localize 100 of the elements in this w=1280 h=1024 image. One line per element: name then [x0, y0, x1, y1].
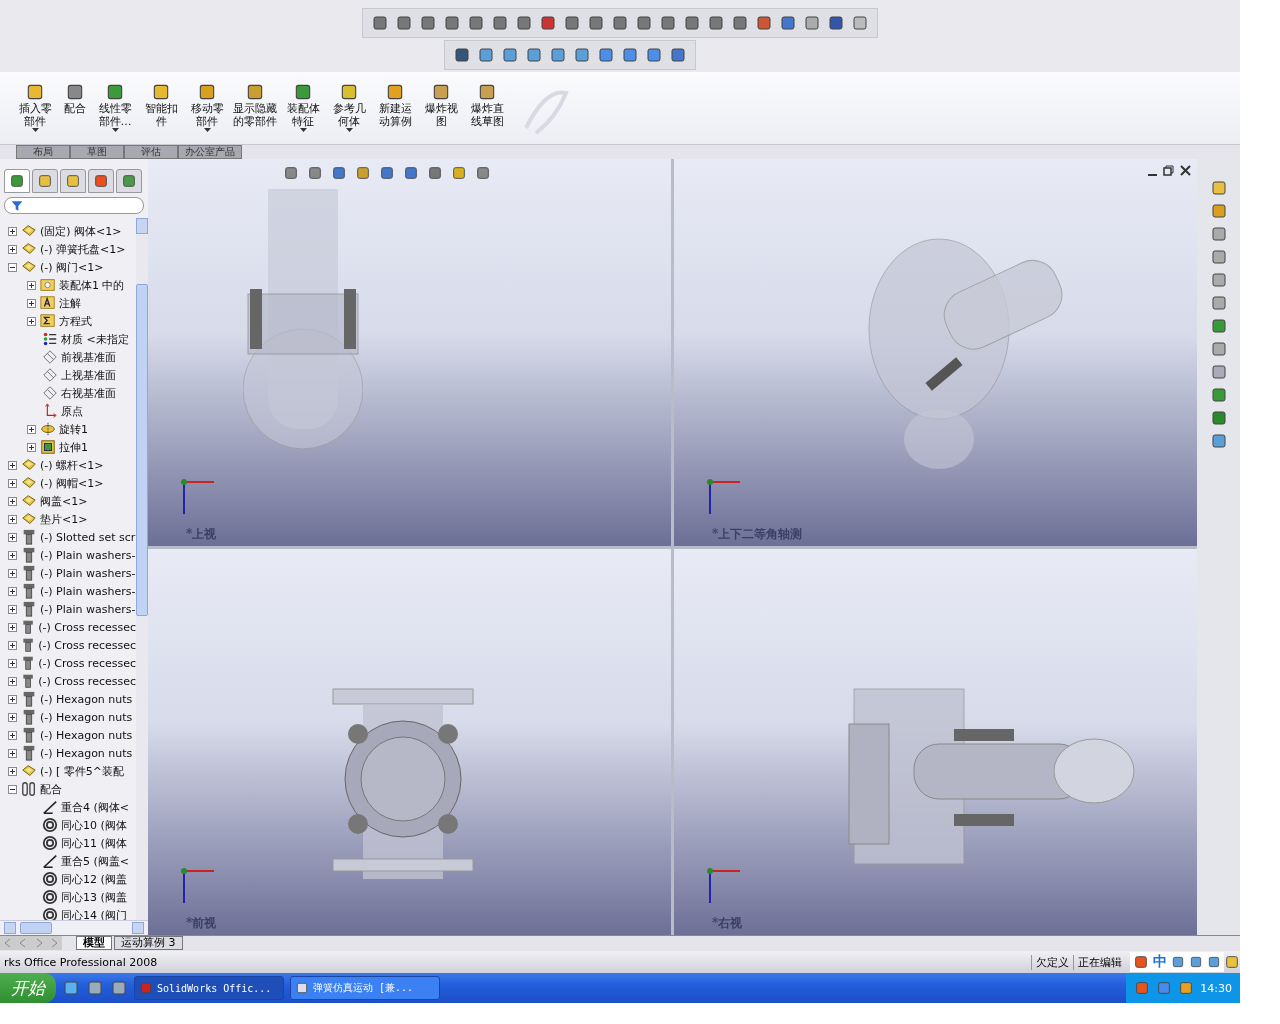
ribbon-button[interactable]: 爆炸视图: [418, 72, 464, 128]
ribbon-button[interactable]: 配合: [58, 72, 92, 115]
toolbar-icon: [443, 14, 461, 32]
tree-item[interactable]: (-) Hexagon nuts: [40, 710, 133, 724]
expand-icon[interactable]: [8, 640, 17, 650]
expand-icon[interactable]: [8, 550, 17, 560]
expand-icon[interactable]: [8, 586, 17, 596]
expand-icon[interactable]: [8, 766, 17, 776]
expand-icon[interactable]: [8, 748, 17, 758]
expand-icon[interactable]: [27, 298, 36, 308]
expand-icon[interactable]: [8, 226, 17, 236]
ribbon-button[interactable]: 智能扣件: [138, 72, 184, 128]
tree-item[interactable]: 拉伸1: [59, 439, 88, 455]
toolbar-icon: [851, 14, 869, 32]
expand-icon[interactable]: [27, 424, 36, 434]
command-tab[interactable]: 办公室产品: [178, 145, 242, 159]
tree-item[interactable]: (-) 阀帽<1>: [40, 475, 104, 491]
tree-item[interactable]: 同心14 (阀门: [61, 907, 127, 920]
expand-icon[interactable]: [8, 676, 17, 686]
ime-toolbar[interactable]: 中: [1130, 952, 1224, 972]
tree-item[interactable]: (-) Hexagon nuts: [40, 746, 133, 760]
tree-item[interactable]: (-) Plain washers-: [40, 584, 136, 598]
bottom-tab[interactable]: 运动算例 3: [114, 936, 183, 950]
pane-tab[interactable]: [116, 169, 142, 193]
tree-item[interactable]: (-) Plain washers-: [40, 602, 136, 616]
tree-item[interactable]: 原点: [61, 403, 83, 419]
pane-tab[interactable]: [88, 169, 114, 193]
expand-icon[interactable]: [8, 730, 17, 740]
tree-item[interactable]: (-) Cross recessec: [38, 620, 136, 634]
expand-icon[interactable]: [8, 568, 17, 578]
ribbon-button[interactable]: 移动零部件: [184, 72, 230, 133]
tree-item[interactable]: 阀盖<1>: [40, 493, 88, 509]
collapse-icon[interactable]: [8, 262, 17, 272]
close-icon[interactable]: [1180, 165, 1191, 176]
tree-item[interactable]: (-) 螺杆<1>: [40, 457, 104, 473]
toolbar-icon: [803, 14, 821, 32]
expand-icon[interactable]: [27, 316, 36, 326]
tree-item[interactable]: 旋转1: [59, 421, 88, 437]
pane-tab[interactable]: [60, 169, 86, 193]
expand-icon[interactable]: [8, 514, 17, 524]
expand-icon[interactable]: [8, 658, 17, 668]
expand-icon[interactable]: [8, 622, 17, 632]
expand-icon[interactable]: [8, 604, 17, 614]
tree-item[interactable]: 同心12 (阀盖: [61, 871, 127, 887]
ribbon-button[interactable]: 装配体特征: [280, 72, 326, 133]
filter-field[interactable]: [4, 197, 144, 214]
ribbon-button[interactable]: 新建运动算例: [372, 72, 418, 128]
tree-item[interactable]: (-) [ 零件5^装配: [40, 763, 125, 779]
expand-icon[interactable]: [8, 478, 17, 488]
tree-item[interactable]: 重合4 (阀体<: [61, 799, 129, 815]
tree-item[interactable]: 同心13 (阀盖: [61, 889, 127, 905]
expand-icon[interactable]: [8, 460, 17, 470]
expand-icon[interactable]: [8, 532, 17, 542]
tree-item[interactable]: 上视基准面: [61, 367, 116, 383]
tree-item[interactable]: 同心10 (阀体: [61, 817, 127, 833]
tree-item[interactable]: (-) Slotted set scr: [40, 530, 136, 544]
command-tab[interactable]: 草图: [70, 145, 124, 159]
ribbon-button[interactable]: 显示隐藏的零部件: [230, 72, 280, 128]
tree-item[interactable]: (-) 弹簧托盘<1>: [40, 241, 126, 257]
pane-tab[interactable]: [4, 169, 30, 193]
ribbon-button[interactable]: 线性零部件…: [92, 72, 138, 133]
ribbon-button[interactable]: 参考几何体: [326, 72, 372, 133]
expand-icon[interactable]: [8, 244, 17, 254]
tree-item[interactable]: 前视基准面: [61, 349, 116, 365]
tree-item[interactable]: 垫片<1>: [40, 511, 88, 527]
view-tool-icon: [451, 165, 467, 181]
taskbar-button[interactable]: SolidWorks Offic...: [134, 976, 284, 1000]
tree-item[interactable]: 配合: [40, 781, 62, 797]
tree-item[interactable]: 重合5 (阀盖<: [61, 853, 129, 869]
expand-icon[interactable]: [8, 496, 17, 506]
tree-item[interactable]: (-) Hexagon nuts: [40, 692, 133, 706]
expand-icon[interactable]: [8, 712, 17, 722]
horizontal-scrollbar[interactable]: [0, 920, 148, 935]
command-tab[interactable]: 布局: [16, 145, 70, 159]
tree-item[interactable]: 装配体1 中的: [59, 277, 125, 293]
ribbon-button[interactable]: 插入零部件: [12, 72, 58, 133]
tree-item[interactable]: (-) Hexagon nuts: [40, 728, 133, 742]
tree-item[interactable]: 右视基准面: [61, 385, 116, 401]
expand-icon[interactable]: [8, 694, 17, 704]
tree-item[interactable]: 注解: [59, 295, 81, 311]
tree-item[interactable]: 同心11 (阀体: [61, 835, 127, 851]
tree-item[interactable]: (-) Cross recessec: [38, 638, 136, 652]
tree-item[interactable]: (-) 阀门<1>: [40, 259, 104, 275]
tree-item[interactable]: (-) Plain washers-: [40, 548, 136, 562]
tree-item[interactable]: (-) Cross recessec: [38, 674, 136, 688]
tree-item[interactable]: 材质 <未指定: [61, 331, 129, 347]
tree-item[interactable]: 方程式: [59, 313, 92, 329]
collapse-icon[interactable]: [8, 784, 17, 794]
restore-icon[interactable]: [1163, 165, 1174, 176]
ribbon-button[interactable]: 爆炸直线草图: [464, 72, 510, 128]
pane-tab[interactable]: [32, 169, 58, 193]
bottom-tab[interactable]: 模型: [76, 936, 112, 950]
tree-item[interactable]: (-) Cross recessec: [38, 656, 136, 670]
taskbar-button[interactable]: 弹簧仿真运动 [兼...: [290, 976, 440, 1000]
tree-item[interactable]: (-) Plain washers-: [40, 566, 136, 580]
tree-item[interactable]: (固定) 阀体<1>: [40, 223, 122, 239]
toolbar-icon: [431, 82, 451, 102]
command-tab[interactable]: 评估: [124, 145, 178, 159]
expand-icon[interactable]: [27, 442, 36, 452]
expand-icon[interactable]: [27, 280, 36, 290]
